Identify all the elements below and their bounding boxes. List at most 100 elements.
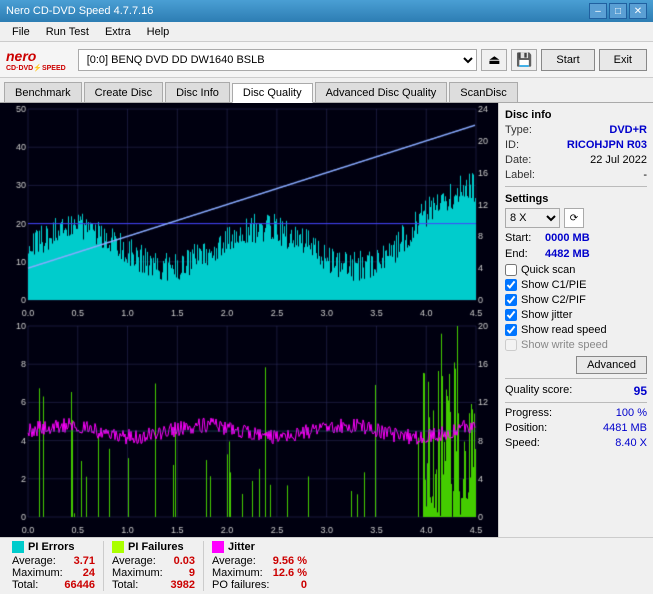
pi-errors-label: PI Errors [28, 541, 74, 553]
c2pif-checkbox[interactable] [505, 294, 517, 306]
maximize-button[interactable]: □ [609, 3, 627, 19]
tab-benchmark[interactable]: Benchmark [4, 82, 82, 102]
disc-date-row: Date: 22 Jul 2022 [505, 154, 647, 166]
quick-scan-checkbox[interactable] [505, 264, 517, 276]
pi-failures-total-label: Total: [112, 579, 138, 591]
pi-errors-avg: Average: 3.71 [12, 555, 95, 567]
read-speed-checkbox[interactable] [505, 324, 517, 336]
save-button[interactable]: 💾 [511, 49, 537, 71]
menu-extra[interactable]: Extra [97, 24, 139, 40]
disc-date-key: Date: [505, 154, 531, 166]
pi-failures-avg-val: 0.03 [174, 555, 195, 567]
pi-errors-legend [12, 541, 24, 553]
position-row: Position: 4481 MB [505, 422, 647, 434]
menu-help[interactable]: Help [139, 24, 178, 40]
end-mb-label: End: [505, 248, 543, 260]
speed-selector[interactable]: 8 X 4 X 6 X 12 X 16 X Max [505, 208, 560, 228]
window-title: Nero CD-DVD Speed 4.7.7.16 [6, 5, 153, 17]
c2pif-label: Show C2/PIF [521, 294, 586, 306]
disc-date-val: 22 Jul 2022 [590, 154, 647, 166]
divider-1 [505, 186, 647, 187]
jitter-max-val: 12.6 % [273, 567, 307, 579]
top-chart [0, 103, 498, 320]
disc-label-val: - [643, 169, 647, 181]
nero-sub: CD·DVD⚡SPEED [6, 64, 66, 72]
po-failures-label: PO failures: [212, 579, 269, 591]
minimize-button[interactable]: – [589, 3, 607, 19]
pi-failures-label: PI Failures [128, 541, 184, 553]
nero-logo: nero CD·DVD⚡SPEED [6, 48, 66, 72]
pi-errors-max: Maximum: 24 [12, 567, 95, 579]
jitter-avg: Average: 9.56 % [212, 555, 307, 567]
pi-failures-max: Maximum: 9 [112, 567, 195, 579]
disc-type-val: DVD+R [609, 124, 647, 136]
window-controls: – □ ✕ [589, 3, 647, 19]
pi-failures-max-label: Maximum: [112, 567, 163, 579]
jitter-checkbox[interactable] [505, 309, 517, 321]
speed-row-prog: Speed: 8.40 X [505, 437, 647, 449]
write-speed-row: Show write speed [505, 339, 647, 351]
start-mb-val: 0000 MB [545, 232, 590, 244]
jitter-label: Jitter [228, 541, 255, 553]
pi-errors-max-val: 24 [83, 567, 95, 579]
disc-type-key: Type: [505, 124, 532, 136]
start-button[interactable]: Start [541, 49, 594, 71]
progress-row: Progress: 100 % [505, 407, 647, 419]
speed-icon-btn[interactable]: ⟳ [564, 208, 584, 228]
jitter-col: Jitter Average: 9.56 % Maximum: 12.6 % P… [204, 541, 315, 591]
settings-label: Settings [505, 193, 647, 205]
toolbar: nero CD·DVD⚡SPEED [0:0] BENQ DVD DD DW16… [0, 42, 653, 78]
jitter-max-label: Maximum: [212, 567, 263, 579]
pi-errors-total-val: 66446 [64, 579, 95, 591]
divider-3 [505, 402, 647, 403]
quality-score-label: Quality score: [505, 384, 572, 398]
jitter-header: Jitter [212, 541, 307, 553]
right-panel: Disc info Type: DVD+R ID: RICOHJPN R03 D… [498, 103, 653, 537]
pi-failures-total: Total: 3982 [112, 579, 195, 591]
quality-score-value: 95 [634, 384, 647, 398]
tab-disc-quality[interactable]: Disc Quality [232, 83, 313, 103]
jitter-label: Show jitter [521, 309, 572, 321]
pi-failures-col: PI Failures Average: 0.03 Maximum: 9 Tot… [104, 541, 204, 591]
write-speed-label: Show write speed [521, 339, 608, 351]
progress-label: Progress: [505, 407, 552, 419]
menu-run-test[interactable]: Run Test [38, 24, 97, 40]
tab-disc-info[interactable]: Disc Info [165, 82, 230, 102]
disc-label-key: Label: [505, 169, 535, 181]
start-mb-row: Start: 0000 MB [505, 232, 647, 244]
write-speed-checkbox[interactable] [505, 339, 517, 351]
menu-bar: File Run Test Extra Help [0, 22, 653, 42]
main-content: Disc info Type: DVD+R ID: RICOHJPN R03 D… [0, 103, 653, 537]
drive-selector[interactable]: [0:0] BENQ DVD DD DW1640 BSLB [78, 49, 478, 71]
po-failures-row: PO failures: 0 [212, 579, 307, 591]
end-mb-row: End: 4482 MB [505, 248, 647, 260]
jitter-row: Show jitter [505, 309, 647, 321]
tab-scandisc[interactable]: ScanDisc [449, 82, 517, 102]
tab-create-disc[interactable]: Create Disc [84, 82, 163, 102]
tab-advanced-disc-quality[interactable]: Advanced Disc Quality [315, 82, 448, 102]
menu-file[interactable]: File [4, 24, 38, 40]
eject-button[interactable]: ⏏ [481, 49, 507, 71]
end-mb-val: 4482 MB [545, 248, 590, 260]
divider-2 [505, 378, 647, 379]
pi-errors-total-label: Total: [12, 579, 38, 591]
jitter-legend [212, 541, 224, 553]
quick-scan-label: Quick scan [521, 264, 575, 276]
speed-row: 8 X 4 X 6 X 12 X 16 X Max ⟳ [505, 208, 647, 228]
c1pie-row: Show C1/PIE [505, 279, 647, 291]
position-label: Position: [505, 422, 547, 434]
c1pie-checkbox[interactable] [505, 279, 517, 291]
close-button[interactable]: ✕ [629, 3, 647, 19]
speed-prog-label: Speed: [505, 437, 540, 449]
pi-errors-avg-val: 3.71 [74, 555, 95, 567]
pi-failures-header: PI Failures [112, 541, 195, 553]
quality-score-row: Quality score: 95 [505, 384, 647, 398]
pi-failures-total-val: 3982 [171, 579, 195, 591]
stats-bar: PI Errors Average: 3.71 Maximum: 24 Tota… [0, 537, 653, 594]
pi-errors-header: PI Errors [12, 541, 95, 553]
disc-id-val: RICOHJPN R03 [567, 139, 647, 151]
pi-errors-col: PI Errors Average: 3.71 Maximum: 24 Tota… [4, 541, 104, 591]
speed-prog-value: 8.40 X [615, 437, 647, 449]
exit-button[interactable]: Exit [599, 49, 647, 71]
advanced-button[interactable]: Advanced [576, 356, 647, 374]
